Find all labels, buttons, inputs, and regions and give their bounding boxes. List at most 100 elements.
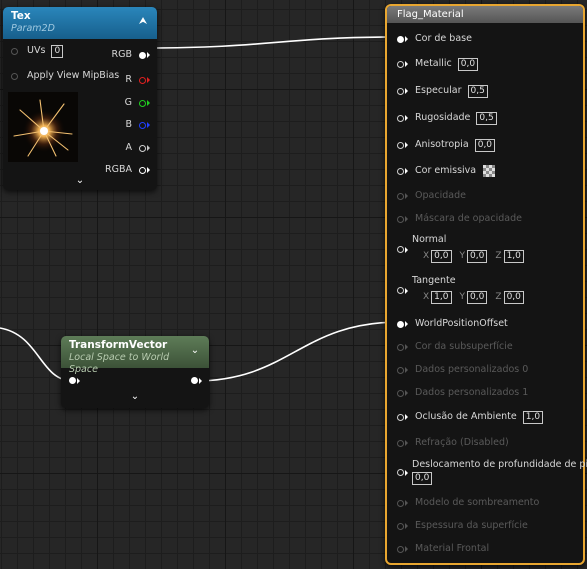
pin-circle-icon (397, 499, 404, 507)
output-pin-rgb[interactable]: RGB (111, 47, 150, 63)
pin-circle-icon[interactable] (139, 121, 146, 129)
ambient-occlusion-value-field[interactable]: 1,0 (522, 410, 544, 424)
color-swatch-icon[interactable] (483, 165, 496, 177)
pin-circle-icon[interactable] (191, 377, 198, 384)
tex-node-header[interactable]: Tex Param2D ⮝ (3, 7, 157, 39)
pin-circle-icon[interactable] (11, 47, 18, 55)
pin-circle-icon[interactable] (139, 51, 146, 59)
specular-value-field[interactable]: 0,5 (467, 84, 488, 98)
transform-input-pin[interactable] (69, 373, 80, 389)
transform-vector-node[interactable]: TransformVector Local Space to World Spa… (61, 336, 209, 408)
pin-circle-icon[interactable] (139, 144, 146, 152)
pin-circle-icon[interactable] (397, 87, 404, 95)
pin-arrow-icon (147, 122, 150, 128)
pin-roughness[interactable]: Rugosidade 0,5 (397, 110, 497, 126)
pin-circle-icon[interactable] (397, 35, 404, 43)
normal-y-field[interactable]: 0,0 (467, 249, 488, 263)
pin-arrow-icon (147, 145, 150, 151)
tangent-z-field[interactable]: 0,0 (503, 290, 524, 304)
pin-arrow-icon (147, 100, 150, 106)
pin-circle-icon[interactable] (397, 60, 404, 68)
normal-vector-fields[interactable]: X 0,0 Y 0,0 Z 1,0 (418, 248, 524, 264)
pin-label: WorldPositionOffset (415, 318, 508, 329)
metallic-value-field[interactable]: 0,0 (457, 57, 479, 71)
axis-z-label: Z (495, 251, 502, 261)
pin-uvs[interactable]: UVs 0 (11, 43, 64, 59)
pin-label: Oclusão de Ambiente (415, 411, 517, 422)
pin-arrow-icon (405, 36, 408, 42)
output-pin-a[interactable]: A (125, 140, 150, 156)
material-result-node[interactable]: Flag_Material Cor de base Metallic 0,0 E… (385, 4, 587, 565)
pin-circle-icon[interactable] (397, 413, 404, 421)
pin-emissive-color[interactable]: Cor emissiva (397, 163, 496, 179)
pin-label: UVs (27, 45, 46, 56)
chevron-down-icon[interactable]: ⌄ (128, 391, 142, 402)
pin-circle-icon[interactable] (397, 141, 404, 149)
material-node-header[interactable]: Flag_Material (387, 6, 583, 23)
wire-transform-to-world-offset[interactable] (193, 321, 401, 382)
pin-circle-icon[interactable] (397, 167, 404, 175)
pin-label: Material Frontal (415, 543, 490, 554)
pin-arrow-icon (405, 287, 408, 294)
texture-preview (8, 92, 78, 162)
pin-surface-thickness: Espessura da superfície (397, 518, 528, 534)
pixel-depth-offset-value-row[interactable]: 0,0 (412, 471, 433, 487)
pin-specular[interactable]: Especular 0,5 (397, 83, 488, 99)
pin-label: R (125, 74, 132, 85)
uvs-value-field[interactable]: 0 (51, 44, 64, 58)
pin-apply-view-mipbias[interactable]: Apply View MipBias (11, 68, 119, 84)
transform-output-pin[interactable] (191, 373, 202, 389)
pin-circle-icon[interactable] (11, 72, 18, 80)
pin-ambient-occlusion[interactable]: Oclusão de Ambiente 1,0 (397, 409, 544, 425)
pin-label: Modelo de sombreamento (415, 497, 540, 508)
pin-circle-icon (397, 192, 404, 200)
pin-custom-data-0: Dados personalizados 0 (397, 362, 528, 378)
pin-circle-icon[interactable] (139, 166, 146, 174)
pixel-depth-offset-label: Deslocamento de profundidade de pixel (412, 459, 587, 470)
transform-node-header[interactable]: TransformVector Local Space to World Spa… (61, 336, 209, 375)
output-pin-b[interactable]: B (125, 117, 150, 133)
tangent-vector-fields[interactable]: X 1,0 Y 0,0 Z 0,0 (418, 289, 524, 305)
wire-rgb-to-base-color[interactable] (146, 36, 401, 49)
node-title: Flag_Material (397, 9, 464, 20)
pin-arrow-icon (405, 523, 408, 529)
pin-arrow-icon (405, 469, 408, 476)
normal-z-field[interactable]: 1,0 (503, 249, 524, 263)
pin-circle-icon[interactable] (397, 287, 404, 294)
pin-normal[interactable] (397, 242, 408, 258)
chevron-down-icon[interactable]: ⌄ (73, 175, 87, 186)
tangent-y-field[interactable]: 0,0 (467, 290, 488, 304)
pin-arrow-icon (199, 377, 202, 384)
node-subtitle: Local Space to World Space (69, 352, 170, 375)
pin-label: B (125, 119, 132, 130)
pixel-depth-offset-value-field[interactable]: 0,0 (412, 472, 433, 485)
pin-circle-icon[interactable] (139, 76, 146, 84)
pin-circle-icon[interactable] (397, 469, 404, 476)
pin-circle-icon[interactable] (397, 320, 404, 328)
pin-base-color[interactable]: Cor de base (397, 31, 472, 47)
pin-circle-icon (397, 522, 404, 530)
output-pin-g[interactable]: G (125, 95, 150, 111)
pin-circle-icon (397, 215, 404, 223)
pin-pixel-depth-offset[interactable] (397, 465, 408, 481)
output-pin-rgba[interactable]: RGBA (105, 162, 150, 178)
normal-x-field[interactable]: 0,0 (431, 249, 452, 263)
pin-tangent[interactable] (397, 283, 408, 299)
output-pin-r[interactable]: R (125, 72, 150, 88)
pin-arrow-icon (147, 167, 150, 173)
pin-arrow-icon (405, 168, 408, 174)
tex-param-node[interactable]: Tex Param2D ⮝ UVs 0 Apply View MipBias R… (3, 7, 157, 190)
pin-metallic[interactable]: Metallic 0,0 (397, 56, 479, 72)
pin-circle-icon[interactable] (69, 377, 76, 384)
pin-world-position-offset[interactable]: WorldPositionOffset (397, 316, 508, 332)
pin-anisotropy[interactable]: Anisotropia 0,0 (397, 137, 496, 153)
pin-circle-icon[interactable] (397, 246, 404, 253)
tangent-x-field[interactable]: 1,0 (431, 290, 452, 304)
chevron-up-icon[interactable]: ⮝ (136, 15, 150, 29)
pin-arrow-icon (405, 440, 408, 446)
pin-circle-icon[interactable] (139, 99, 146, 107)
roughness-value-field[interactable]: 0,5 (476, 111, 497, 125)
chevron-down-icon[interactable]: ⌄ (188, 344, 202, 358)
anisotropy-value-field[interactable]: 0,0 (474, 138, 496, 152)
pin-circle-icon[interactable] (397, 114, 404, 122)
